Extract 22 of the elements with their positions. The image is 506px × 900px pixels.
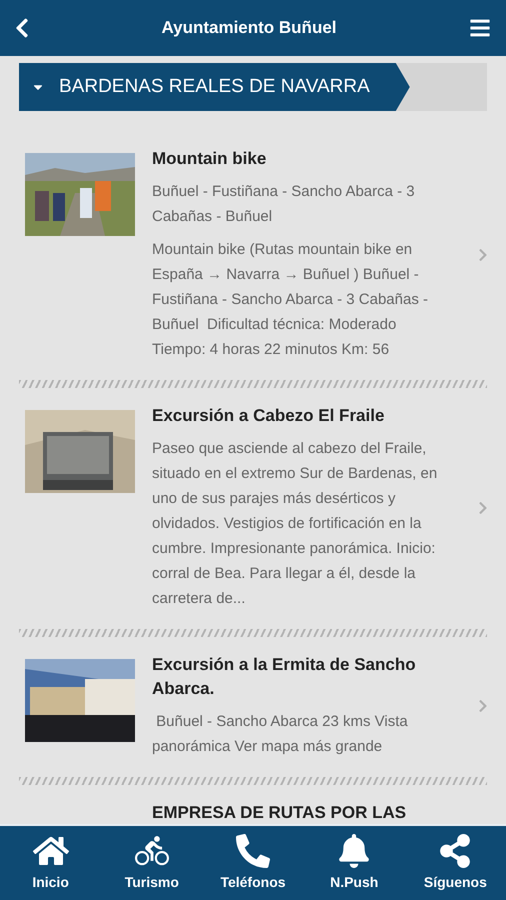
item-description: Buñuel - Sancho Abarca 23 kms Vista panorámica Ver mapa más grande <box>152 712 409 757</box>
nav-tab[interactable]: Inicio <box>0 826 102 900</box>
item-title[interactable]: Excursión a Cabezo El Fraile <box>152 404 478 428</box>
item-description: Mountain bike (Rutas mountain bike en España → Navarra → Buñuel ) Buñuel - Fustiñana - Sancho Abarca - 3 Cabañas - Buñuel Dificultad técnica: Moderado Tiempo: 4 horas 22 minutos Km: 56 <box>152 240 429 360</box>
item-description: Paseo que asciende al cabezo del Fraile, situado en el extremo Sur de Bardenas, en uno de sus parajes más desérticos y olvidados. Vestigios de fortificación en la cumbre. Impresionante panorámica. Inicio: corral de Bea. Para llegar a él, desde la carretera de... <box>152 439 438 609</box>
section-header[interactable]: BARDENAS REALES DE NAVARRA <box>19 63 410 111</box>
item-title[interactable]: EMPRESA DE RUTAS POR LAS <box>152 801 488 824</box>
bicycle-icon <box>134 834 170 868</box>
phone-icon <box>234 834 271 868</box>
nav-tab[interactable]: Turismo <box>101 826 202 900</box>
item-title[interactable]: Excursión a la Ermita de Sancho Abarca. <box>152 653 478 701</box>
nav-tab[interactable]: Teléfonos <box>202 826 304 900</box>
nav-tab[interactable]: N.Push <box>304 826 405 900</box>
app-title: Ayuntamiento Buñuel <box>161 17 337 40</box>
menu-icon[interactable] <box>468 17 492 39</box>
nav-tab[interactable]: Síguenos <box>404 826 506 900</box>
chevron-icon[interactable] <box>478 248 488 262</box>
back-icon[interactable] <box>14 17 30 39</box>
chevron-icon[interactable] <box>478 699 488 713</box>
chevron-icon[interactable] <box>478 500 488 514</box>
item-title[interactable]: Mountain bike <box>152 147 478 171</box>
item-description: Buñuel - Fustiñana - Sancho Abarca - 3 Cabañas - Buñuel <box>152 182 416 227</box>
